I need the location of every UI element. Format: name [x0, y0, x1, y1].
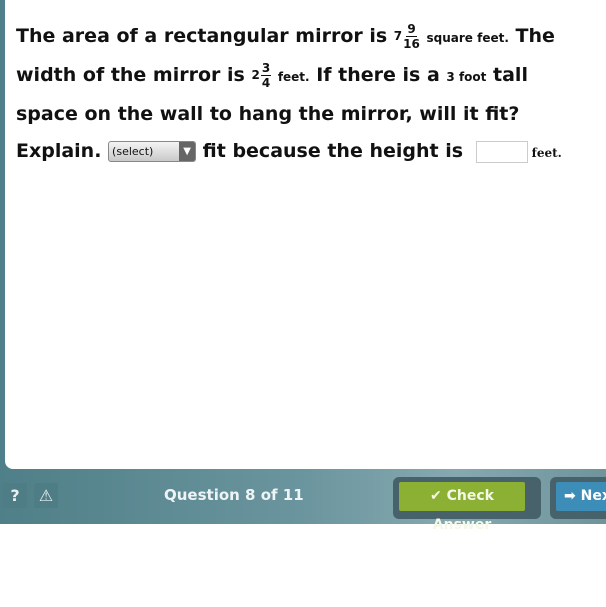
text: The area of a rectangular mirror is — [16, 25, 394, 47]
denominator: 16 — [403, 37, 420, 51]
numerator: 9 — [406, 22, 417, 37]
fraction: 9 16 — [403, 22, 420, 51]
chevron-down-icon: ▼ — [179, 142, 196, 161]
whole: 7 — [393, 29, 403, 43]
help-icon[interactable]: ? — [3, 483, 27, 508]
width-mixed-number: 234 — [251, 57, 272, 94]
area-mixed-number: 7 9 16 — [394, 18, 420, 55]
height-unit: feet. — [531, 146, 562, 160]
numerator: 3 — [260, 61, 272, 76]
next-label: Next — [580, 488, 606, 504]
fit-select[interactable]: (select) ▼ — [108, 141, 197, 162]
space-value: 3 foot — [446, 70, 487, 84]
question-panel: The area of a rectangular mirror is 7 9 16… — [5, 0, 606, 469]
checkmark-icon: ✔ — [430, 488, 447, 504]
text: If there is a — [309, 64, 447, 86]
whole: 2 — [251, 68, 260, 82]
fraction: 34 — [260, 61, 272, 90]
warning-icon[interactable]: ⚠ — [34, 483, 58, 508]
area-unit: square feet. — [426, 31, 509, 45]
check-answer-button[interactable]: ✔ Check Answer — [399, 482, 525, 533]
text: fit because the height is — [196, 140, 470, 162]
next-button[interactable]: ➡ Next — [556, 482, 606, 511]
denominator: 4 — [261, 76, 271, 90]
next-wrap: ➡ Next — [550, 477, 606, 519]
question-text: The area of a rectangular mirror is 7 9 16… — [16, 18, 596, 172]
app-frame: The area of a rectangular mirror is 7 9 16… — [0, 0, 606, 533]
width-unit: feet. — [277, 70, 310, 84]
select-value: (select) — [112, 145, 154, 158]
check-answer-wrap: ✔ Check Answer — [393, 477, 541, 533]
arrow-right-icon: ➡ — [564, 488, 581, 504]
question-counter: Question 8 of 11 — [164, 486, 304, 504]
height-input[interactable] — [475, 140, 528, 163]
